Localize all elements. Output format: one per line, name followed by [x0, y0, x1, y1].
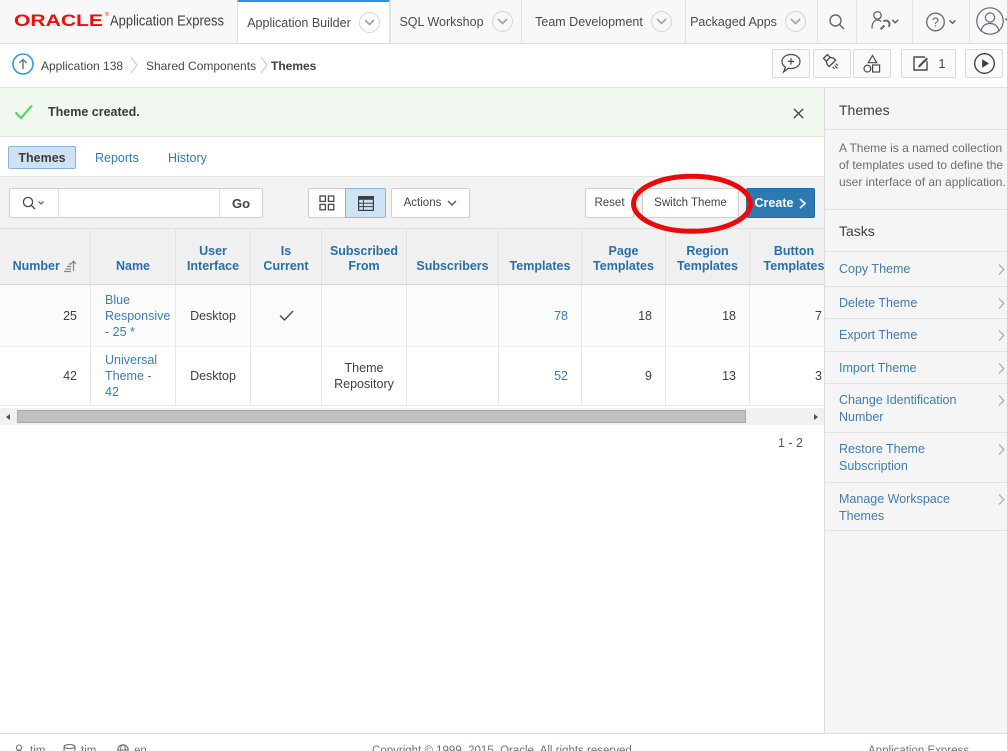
svg-text:®: ®: [105, 11, 109, 18]
svg-text:Application Express: Application Express: [110, 14, 224, 30]
svg-text:ORACLE: ORACLE: [14, 12, 103, 30]
svg-text:?: ?: [932, 15, 939, 29]
